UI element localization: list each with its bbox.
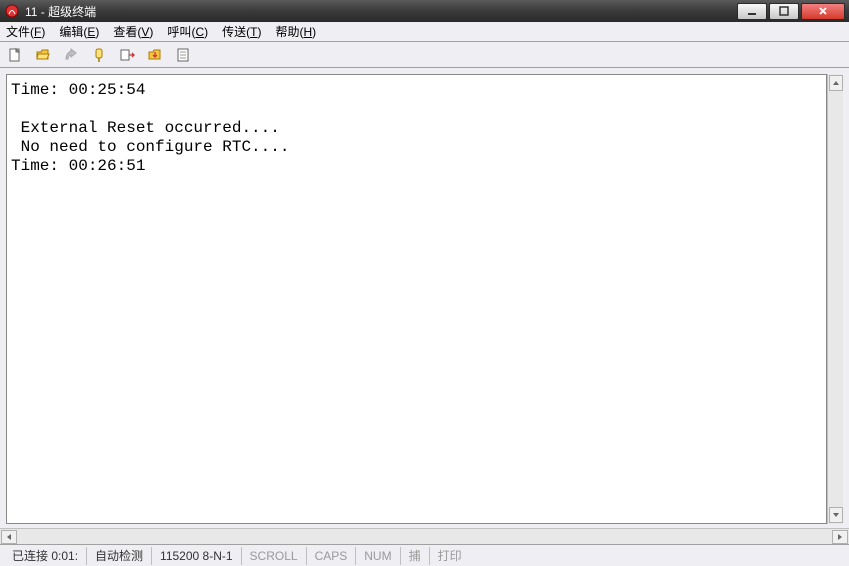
- status-baud: 115200 8-N-1: [152, 547, 242, 565]
- menu-help[interactable]: 帮助(H): [275, 23, 316, 40]
- status-scroll: SCROLL: [242, 547, 307, 565]
- client-area: Time: 00:25:54 External Reset occurred..…: [0, 68, 849, 528]
- receive-icon[interactable]: [146, 46, 164, 64]
- toolbar: [0, 42, 849, 68]
- status-detect: 自动检测: [87, 547, 152, 565]
- horizontal-scrollbar[interactable]: [0, 528, 849, 544]
- terminal-frame: Time: 00:25:54 External Reset occurred..…: [6, 74, 827, 524]
- properties-icon[interactable]: [174, 46, 192, 64]
- maximize-button[interactable]: [769, 3, 799, 20]
- scroll-down-icon[interactable]: [829, 507, 843, 523]
- close-button[interactable]: [801, 3, 845, 20]
- send-icon[interactable]: [118, 46, 136, 64]
- menu-edit[interactable]: 编辑(E): [59, 23, 99, 40]
- menu-file[interactable]: 文件(F): [6, 23, 45, 40]
- scroll-right-icon[interactable]: [832, 530, 848, 544]
- app-icon: [4, 3, 20, 19]
- vertical-scrollbar[interactable]: [827, 74, 843, 524]
- terminal-output[interactable]: Time: 00:25:54 External Reset occurred..…: [7, 75, 826, 523]
- menu-view[interactable]: 查看(V): [113, 23, 153, 40]
- status-connection: 已连接 0:01:: [4, 547, 87, 565]
- minimize-button[interactable]: [737, 3, 767, 20]
- menu-call[interactable]: 呼叫(C): [167, 23, 208, 40]
- scroll-up-icon[interactable]: [829, 75, 843, 91]
- status-capture: 捕: [401, 547, 430, 565]
- window-controls: [737, 3, 845, 20]
- menu-transfer[interactable]: 传送(T): [222, 23, 261, 40]
- titlebar: 11 - 超级终端: [0, 0, 849, 22]
- window-title: 11 - 超级终端: [25, 3, 737, 20]
- open-icon[interactable]: [34, 46, 52, 64]
- scroll-left-icon[interactable]: [1, 530, 17, 544]
- status-print: 打印: [430, 547, 470, 565]
- status-caps: CAPS: [307, 547, 357, 565]
- connect-icon[interactable]: [62, 46, 80, 64]
- disconnect-icon[interactable]: [90, 46, 108, 64]
- status-num: NUM: [356, 547, 400, 565]
- new-icon[interactable]: [6, 46, 24, 64]
- menubar: 文件(F) 编辑(E) 查看(V) 呼叫(C) 传送(T) 帮助(H): [0, 22, 849, 42]
- statusbar: 已连接 0:01: 自动检测 115200 8-N-1 SCROLL CAPS …: [0, 544, 849, 566]
